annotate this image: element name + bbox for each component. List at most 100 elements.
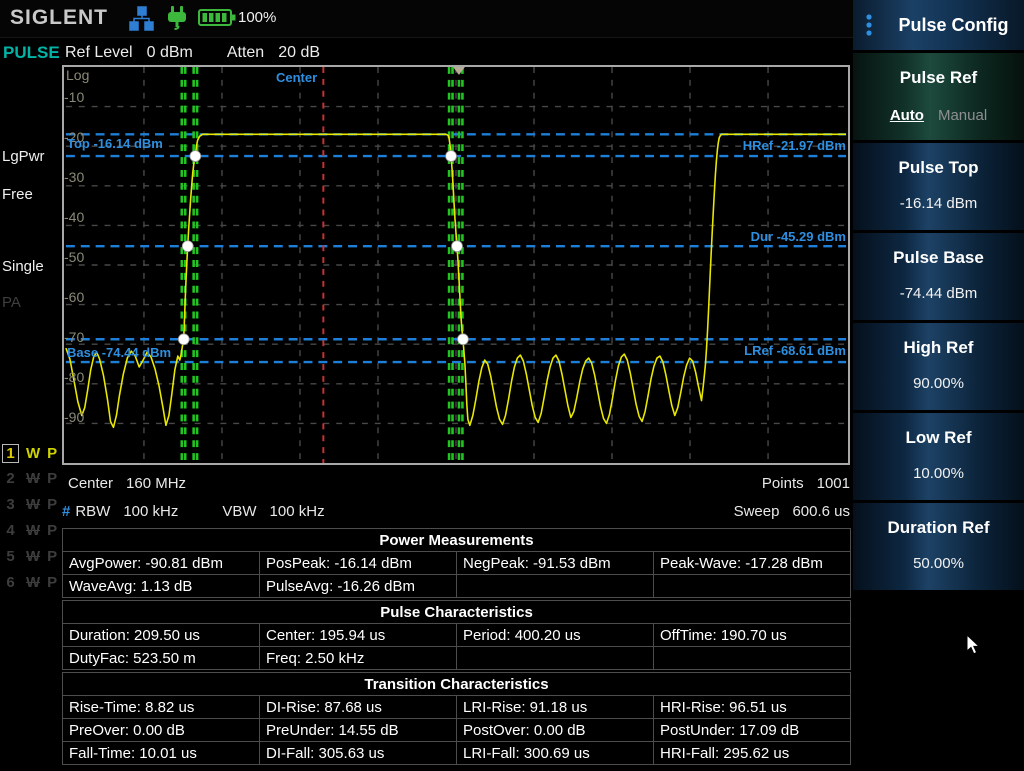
softkey-pulse-top[interactable]: Pulse Top -16.14 dBm (853, 143, 1024, 230)
trace-detector: P (47, 470, 57, 487)
table-cell: PreOver: 0.00 dB (63, 719, 260, 742)
atten-value: 20 dB (278, 44, 320, 62)
trace-indicator-2: 2WP (2, 468, 57, 490)
instrument-screen: SIGLENT 100 (0, 0, 1024, 771)
scale-mode-label: LgPwr (2, 148, 45, 165)
table-cell: DI-Fall: 305.63 us (260, 742, 457, 765)
table-cell (654, 647, 851, 670)
trace-number: 4 (2, 521, 19, 540)
points-value: 1001 (817, 475, 850, 492)
center-freq-label: Center (68, 475, 113, 492)
pulse-base-line-label: Base -74.44 dBm (67, 345, 171, 360)
chart-canvas (64, 67, 848, 463)
table-cell: Center: 195.94 us (260, 624, 457, 647)
rbw-coupled-hash: # (62, 503, 70, 520)
pulse-ref-option-manual[interactable]: Manual (938, 107, 987, 124)
softkey-pulse-ref[interactable]: Pulse Ref Auto Manual (853, 53, 1024, 140)
vbw-label: VBW (222, 503, 256, 520)
y-tick-label: -40 (64, 209, 84, 225)
y-tick-label: -60 (64, 289, 84, 305)
trace-mode: W (26, 470, 40, 487)
trace-number: 6 (2, 573, 19, 592)
table-cell: LRI-Rise: 91.18 us (457, 696, 654, 719)
center-marker-label: Center (276, 70, 317, 85)
softkey-pulse-base[interactable]: Pulse Base -74.44 dBm (853, 233, 1024, 320)
table-title: Power Measurements (63, 529, 851, 552)
table-cell: DutyFac: 523.50 m (63, 647, 260, 670)
y-tick-label: -30 (64, 169, 84, 185)
table-cell: PostOver: 0.00 dB (457, 719, 654, 742)
pulse-ref-option-auto[interactable]: Auto (890, 107, 924, 124)
table-row: Fall-Time: 10.01 usDI-Fall: 305.63 usLRI… (63, 742, 851, 765)
table-cell (457, 647, 654, 670)
trace-number: 2 (2, 469, 19, 488)
battery-icon (198, 8, 238, 28)
trace-indicator-3: 3WP (2, 494, 57, 516)
table-cell: Duration: 209.50 us (63, 624, 260, 647)
battery-percent: 100% (238, 9, 276, 26)
duration-ref-line-label: Dur -45.29 dBm (751, 229, 846, 244)
y-tick-label: -70 (64, 329, 84, 345)
rbw-label: RBW (75, 503, 110, 520)
table-cell: PosPeak: -16.14 dBm (260, 552, 457, 575)
menu-header: Pulse Config (853, 0, 1024, 50)
y-tick-label: -80 (64, 369, 84, 385)
table-cell: HRI-Rise: 96.51 us (654, 696, 851, 719)
y-tick-label: -50 (64, 249, 84, 265)
mode-badge: PULSE (0, 43, 65, 63)
table-cell: PulseAvg: -16.26 dBm (260, 575, 457, 598)
table-cell: NegPeak: -91.53 dBm (457, 552, 654, 575)
trace-mode: W (26, 522, 40, 539)
table-row: WaveAvg: 1.13 dBPulseAvg: -16.26 dBm (63, 575, 851, 598)
trace-mode: W (26, 496, 40, 513)
center-freq-value: 160 MHz (126, 475, 186, 492)
ref-level-value: 0 dBm (147, 44, 193, 62)
table-row: PreOver: 0.00 dBPreUnder: 14.55 dBPostOv… (63, 719, 851, 742)
trigger-mode-label: Free (2, 186, 33, 203)
vbw-value: 100 kHz (270, 503, 325, 520)
rbw-value: 100 kHz (123, 503, 178, 520)
atten-label: Atten (227, 44, 264, 62)
footer-row-1: Center 160 MHz Points 1001 (62, 471, 850, 495)
table-cell (654, 575, 851, 598)
menu-title: Pulse Config (883, 15, 1024, 36)
table-row: Rise-Time: 8.82 usDI-Rise: 87.68 usLRI-R… (63, 696, 851, 719)
high-ref-line-label: HRef -21.97 dBm (743, 138, 846, 153)
trace-detector: P (47, 522, 57, 539)
ref-level-label: Ref Level (65, 44, 133, 62)
measurement-bar: PULSE Ref Level 0 dBm Atten 20 dB (0, 40, 850, 65)
trace-detector: P (47, 445, 57, 462)
table-cell: Period: 400.20 us (457, 624, 654, 647)
trace-mode: W (26, 574, 40, 591)
power-measurements-table: Power MeasurementsAvgPower: -90.81 dBmPo… (62, 528, 851, 598)
sweep-value: 600.6 us (792, 503, 850, 520)
table-cell (457, 575, 654, 598)
table-cell: Fall-Time: 10.01 us (63, 742, 260, 765)
points-label: Points (762, 475, 804, 492)
table-cell: HRI-Fall: 295.62 us (654, 742, 851, 765)
softkey-low-ref[interactable]: Low Ref 10.00% (853, 413, 1024, 500)
siglent-logo: SIGLENT (10, 6, 108, 30)
table-title: Transition Characteristics (63, 673, 851, 696)
table-cell: WaveAvg: 1.13 dB (63, 575, 260, 598)
trace-number: 1 (2, 444, 19, 463)
sweep-mode-label: Single (2, 258, 44, 275)
pulse-characteristics-table: Pulse CharacteristicsDuration: 209.50 us… (62, 600, 851, 670)
table-row: Duration: 209.50 usCenter: 195.94 usPeri… (63, 624, 851, 647)
kebab-menu-icon[interactable] (861, 8, 883, 42)
measurement-tables: Power MeasurementsAvgPower: -90.81 dBmPo… (62, 528, 851, 767)
pulse-top-line-label: Top -16.14 dBm (67, 136, 163, 151)
table-cell: Freq: 2.50 kHz (260, 647, 457, 670)
power-plug-icon (164, 5, 190, 32)
trace-mode: W (26, 445, 40, 462)
table-cell: OffTime: 190.70 us (654, 624, 851, 647)
pulse-trace-chart (62, 65, 850, 465)
table-cell: Peak-Wave: -17.28 dBm (654, 552, 851, 575)
softkey-duration-ref[interactable]: Duration Ref 50.00% (853, 503, 1024, 590)
trace-indicator-6: 6WP (2, 571, 57, 593)
sweep-label: Sweep (734, 503, 780, 520)
trace-indicator-4: 4WP (2, 519, 57, 541)
trace-mode: W (26, 548, 40, 565)
softkey-high-ref[interactable]: High Ref 90.00% (853, 323, 1024, 410)
trace-number: 3 (2, 495, 19, 514)
